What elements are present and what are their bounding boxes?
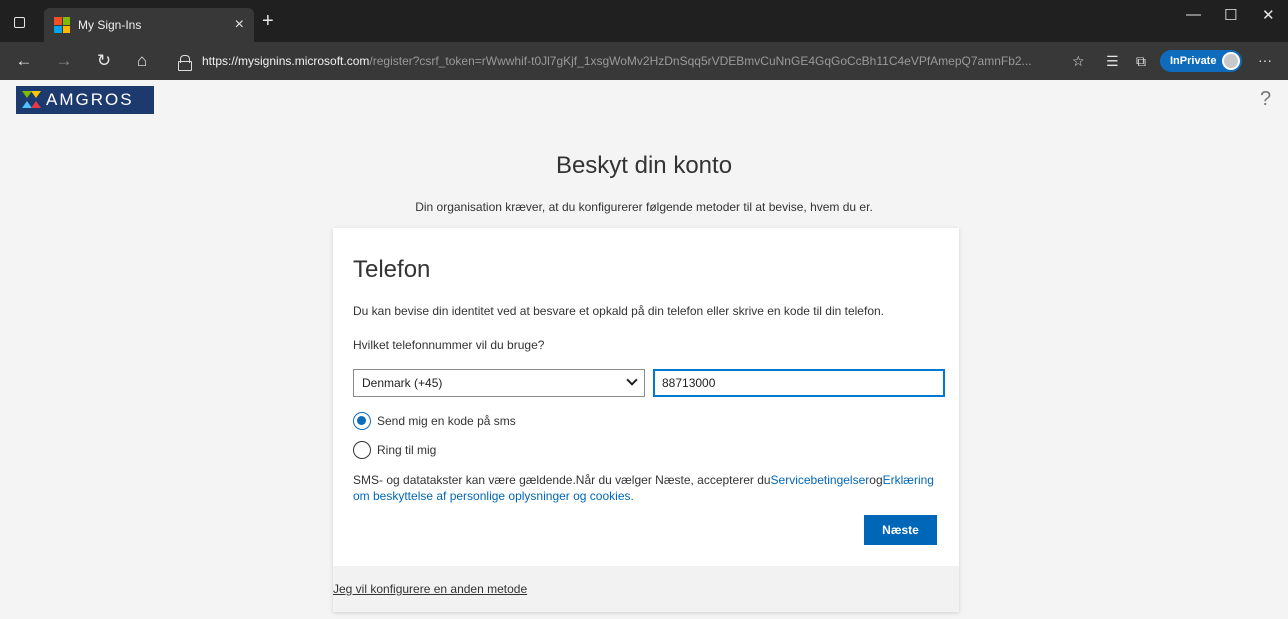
page-title: Beskyt din konto: [555, 152, 733, 179]
phone-question: Hvilket telefonnummer vil du bruge?: [353, 338, 545, 352]
card-footer: Jeg vil konfigurere en anden metode: [333, 566, 959, 612]
browser-title-bar: My Sign-Ins × + — ☐ ✕: [0, 0, 1288, 42]
tab-close-icon[interactable]: ×: [235, 17, 244, 33]
minimize-icon[interactable]: —: [1186, 6, 1201, 23]
next-button[interactable]: Næste: [864, 515, 937, 545]
logo-mark-icon: [22, 91, 41, 109]
maximize-icon[interactable]: ☐: [1224, 6, 1237, 24]
card-title: Telefon: [353, 256, 431, 283]
country-code-value: Denmark (+45): [362, 376, 443, 390]
chevron-down-icon: [626, 374, 638, 386]
microsoft-favicon-icon: [54, 17, 70, 33]
url-host: https://mysignins.microsoft.com: [202, 54, 370, 68]
terms-text: SMS- og datatakster kan være gældende.Nå…: [353, 472, 943, 504]
radio-sms-label: Send mig en kode på sms: [377, 414, 516, 428]
lock-icon: [178, 54, 192, 71]
address-bar[interactable]: https://mysignins.microsoft.com /registe…: [178, 48, 1038, 74]
radio-sms-icon[interactable]: [353, 412, 371, 430]
radio-call-icon[interactable]: [353, 441, 371, 459]
radio-option-sms[interactable]: Send mig en kode på sms: [353, 412, 516, 430]
profile-avatar: [1222, 52, 1240, 70]
card-description: Du kan bevise din identitet ved at besva…: [353, 304, 884, 318]
new-tab-icon[interactable]: +: [262, 11, 274, 31]
inprivate-badge[interactable]: InPrivate: [1160, 50, 1242, 72]
terms-prefix: SMS- og datatakster kan være gældende.Nå…: [353, 473, 771, 487]
url-path: /register?csrf_token=rWwwhif-t0Jl7gKjf_1…: [369, 54, 1032, 68]
browser-toolbar: ← → ↻ ⌂ https://mysignins.microsoft.com …: [0, 42, 1288, 80]
help-icon[interactable]: ?: [1260, 88, 1271, 111]
country-code-select[interactable]: Denmark (+45): [353, 369, 645, 397]
forward-icon[interactable]: →: [54, 51, 74, 71]
radio-call-label: Ring til mig: [377, 443, 437, 457]
refresh-icon[interactable]: ↻: [94, 51, 114, 71]
home-icon[interactable]: ⌂: [132, 51, 152, 71]
phone-setup-card: Telefon Du kan bevise din identitet ved …: [333, 228, 959, 612]
alternate-method-link[interactable]: Jeg vil konfigurere en anden metode: [333, 582, 527, 596]
close-window-icon[interactable]: ✕: [1262, 6, 1275, 24]
back-icon[interactable]: ←: [14, 51, 34, 71]
collections-icon[interactable]: ⧉: [1136, 52, 1146, 70]
phone-number-input[interactable]: [653, 369, 945, 397]
inprivate-label: InPrivate: [1170, 55, 1217, 67]
logo-text: AMGROS: [46, 90, 134, 109]
browser-tab[interactable]: My Sign-Ins ×: [44, 8, 254, 42]
tab-title: My Sign-Ins: [78, 18, 142, 32]
terms-og: og: [869, 473, 883, 487]
more-options-icon[interactable]: ···: [1258, 52, 1272, 68]
terms-of-service-link[interactable]: Servicebetingelser: [771, 473, 870, 487]
page-subtitle: Din organisation kræver, at du konfigure…: [415, 200, 873, 214]
tab-actions-icon: [13, 16, 25, 28]
add-favorite-icon[interactable]: ☆: [1072, 52, 1085, 70]
amgros-logo: AMGROS: [16, 86, 154, 114]
radio-option-call[interactable]: Ring til mig: [353, 441, 436, 459]
favorites-icon[interactable]: ☰: [1106, 52, 1119, 70]
tab-actions-button[interactable]: [8, 11, 30, 33]
